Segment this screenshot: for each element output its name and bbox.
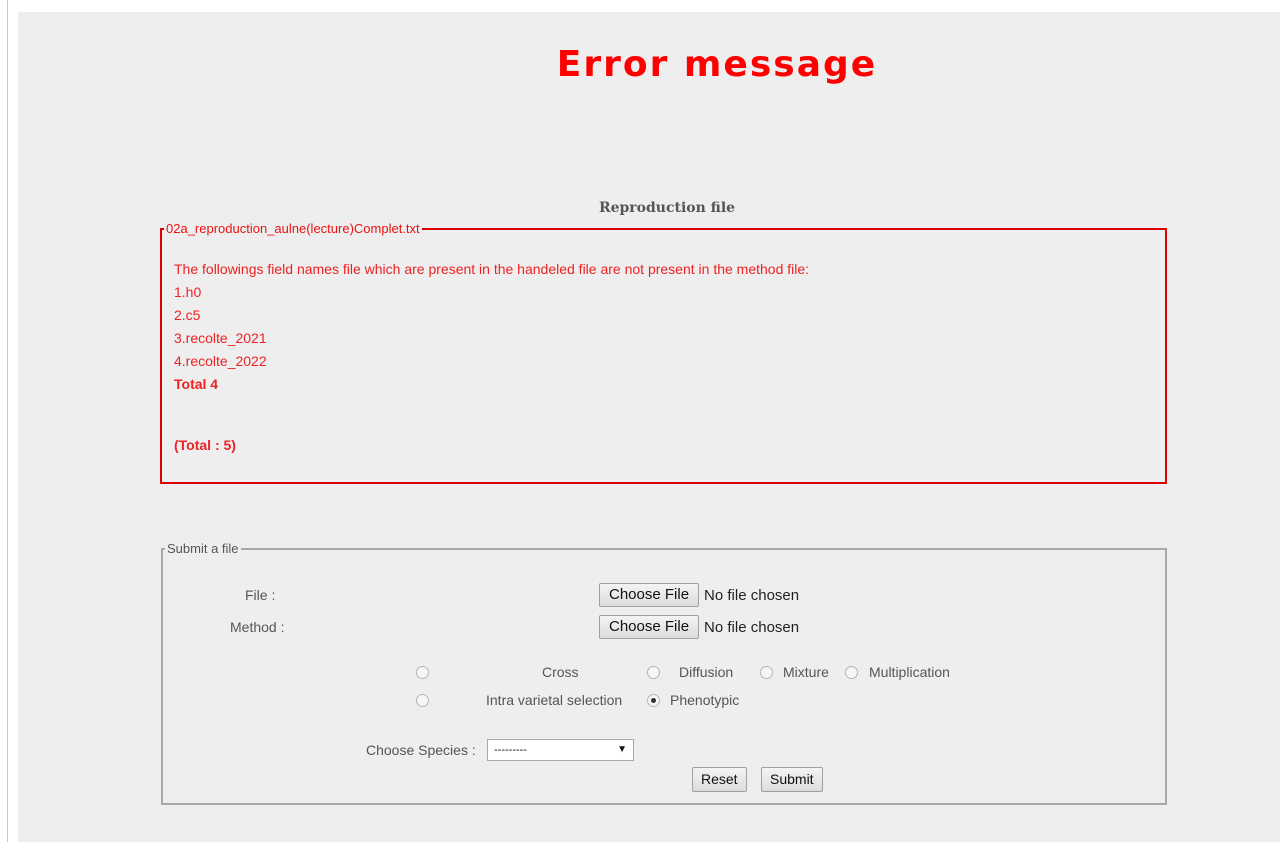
submit-file-legend: Submit a file [167, 541, 239, 556]
error-item: 2.c5 [174, 307, 201, 323]
species-label: Choose Species : [366, 742, 476, 758]
error-file-name: 02a_reproduction_aulne(lecture)Complet.t… [166, 221, 420, 236]
error-message: The followings field names file which ar… [174, 261, 810, 277]
choose-file-button[interactable]: Choose File [599, 583, 700, 607]
species-selected-value: --------- [494, 744, 527, 756]
error-item: 4.recolte_2022 [174, 353, 267, 369]
radio-phenotypic[interactable] [647, 694, 660, 707]
radio-intra-varietal[interactable] [416, 694, 429, 707]
choose-method-button[interactable]: Choose File [599, 615, 700, 639]
error-fieldset: 02a_reproduction_aulne(lecture)Complet.t… [160, 221, 1167, 484]
species-select[interactable]: --------- ▼ [487, 739, 634, 761]
radio-mixture[interactable] [760, 666, 773, 679]
file-input[interactable]: Choose File No file chosen [599, 583, 799, 607]
radio-diffusion[interactable] [647, 666, 660, 679]
radio-mixture-label: Mixture [783, 664, 829, 680]
radio-intra-varietal-label: Intra varietal selection [486, 692, 623, 708]
radio-cross[interactable] [416, 666, 429, 679]
page-title: Error message [556, 44, 878, 85]
left-divider [7, 0, 8, 842]
error-item: 3.recolte_2021 [174, 330, 267, 346]
radio-diffusion-label: Diffusion [679, 664, 734, 680]
method-input[interactable]: Choose File No file chosen [599, 615, 799, 639]
reset-button[interactable]: Reset [692, 767, 747, 792]
section-label: Reproduction file [598, 200, 736, 216]
submit-button[interactable]: Submit [761, 767, 823, 792]
radio-cross-label: Cross [542, 664, 579, 680]
error-body: The followings field names file which ar… [174, 258, 809, 396]
file-label: File : [245, 587, 276, 603]
method-label: Method : [230, 619, 285, 635]
error-item: 1.h0 [174, 284, 202, 300]
radio-phenotypic-label: Phenotypic [670, 692, 740, 708]
dropdown-arrow-icon: ▼ [617, 744, 627, 755]
submit-file-fieldset: Submit a file [161, 541, 1167, 805]
radio-multiplication[interactable] [845, 666, 858, 679]
radio-multiplication-label: Multiplication [869, 664, 950, 680]
file-status: No file chosen [704, 586, 800, 604]
error-total: Total 4 [174, 376, 219, 392]
method-status: No file chosen [704, 618, 800, 636]
error-grand-total: (Total : 5) [174, 437, 236, 453]
